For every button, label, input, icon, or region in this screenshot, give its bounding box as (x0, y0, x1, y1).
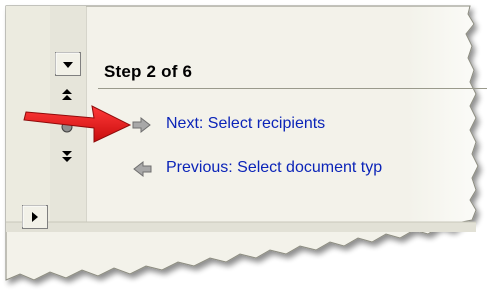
gray-arrow-left-icon[interactable] (132, 161, 152, 177)
next-step-link[interactable]: Next: Select recipients (166, 115, 325, 133)
double-down-icon (62, 151, 72, 156)
step-title: Step 2 of 6 (104, 62, 193, 81)
gray-arrow-right-icon[interactable] (132, 117, 152, 133)
red-callout-arrow-icon (23, 105, 132, 143)
scroll-down-button[interactable] (55, 52, 81, 76)
mail-merge-task-pane: Step 2 of 6 Next: Select recipients Prev… (0, 0, 487, 297)
title-divider (98, 88, 487, 89)
next-page-button[interactable] (58, 150, 76, 164)
double-up-icon (62, 89, 72, 94)
previous-step-link[interactable]: Previous: Select document typ (166, 159, 456, 177)
scroll-right-button[interactable] (22, 205, 48, 229)
